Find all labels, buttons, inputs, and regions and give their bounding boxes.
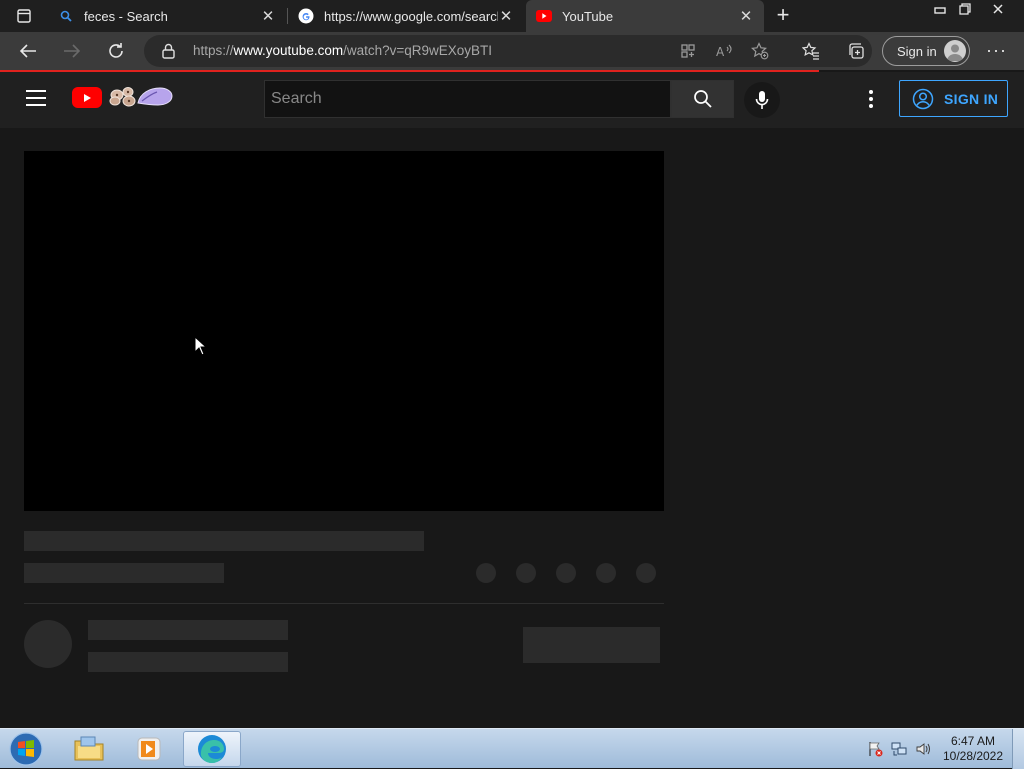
close-icon	[993, 4, 1003, 14]
favorites-icon	[802, 42, 819, 60]
youtube-header: Search SIGN IN	[0, 72, 1024, 128]
minimize-icon	[934, 7, 946, 14]
account-circle-icon	[912, 88, 934, 109]
google-icon	[298, 8, 314, 24]
show-desktop-button[interactable]	[1012, 729, 1024, 769]
system-clock[interactable]: 6:47 AM 10/28/2022	[936, 734, 1010, 764]
search-icon	[693, 90, 712, 108]
subscriber-count-placeholder	[88, 652, 288, 672]
close-tab-icon[interactable]: ✕	[498, 8, 514, 25]
read-aloud-icon[interactable]: A	[714, 42, 734, 60]
action-placeholder	[596, 563, 616, 583]
browser-tab-strip: feces - Search ✕ https://www.google.com/…	[0, 0, 1024, 32]
voice-search-button[interactable]	[744, 82, 780, 118]
youtube-logo[interactable]	[72, 87, 102, 108]
add-favorite-icon[interactable]	[750, 42, 770, 60]
video-player[interactable]	[24, 151, 664, 511]
action-placeholder	[516, 563, 536, 583]
tab-actions-icon	[17, 9, 31, 23]
youtube-icon	[536, 8, 552, 24]
close-tab-icon[interactable]: ✕	[738, 8, 754, 25]
action-center-flag-icon[interactable]	[866, 741, 884, 757]
start-button[interactable]	[6, 730, 46, 768]
collections-button[interactable]	[845, 40, 867, 62]
refresh-icon	[109, 43, 123, 58]
search-input[interactable]: Search	[264, 80, 671, 118]
watch-page-content	[0, 128, 1024, 728]
taskbar-microsoft-edge[interactable]	[183, 731, 241, 767]
forward-button[interactable]	[60, 39, 84, 63]
restore-icon	[959, 3, 971, 15]
address-bar[interactable]: https://www.youtube.com/watch?v=qR9wEXoy…	[144, 35, 872, 67]
lock-icon[interactable]	[162, 43, 175, 64]
settings-menu-icon[interactable]	[860, 88, 882, 110]
tab-youtube[interactable]: YouTube ✕	[526, 0, 764, 32]
tab-google-search[interactable]: https://www.google.com/search? ✕	[288, 0, 524, 32]
action-placeholder	[636, 563, 656, 583]
refresh-button[interactable]	[104, 39, 128, 63]
new-tab-button[interactable]: +	[772, 4, 794, 27]
action-placeholder	[476, 563, 496, 583]
windows-taskbar: 6:47 AM 10/28/2022	[0, 728, 1024, 769]
media-player-icon	[137, 737, 161, 761]
back-button[interactable]	[16, 39, 40, 63]
minimize-button[interactable]	[926, 0, 954, 18]
forward-arrow-icon	[64, 44, 81, 58]
tab-title: feces - Search	[84, 8, 168, 24]
youtube-sign-in-button[interactable]: SIGN IN	[899, 80, 1008, 117]
channel-name-placeholder	[88, 620, 288, 640]
tab-title: YouTube	[562, 8, 614, 24]
sign-in-label: SIGN IN	[944, 90, 999, 107]
youtube-doodle-logo[interactable]	[108, 82, 176, 117]
action-placeholder	[556, 563, 576, 583]
network-icon[interactable]	[890, 741, 908, 757]
app-available-icon[interactable]	[678, 42, 698, 60]
tab-bing-search[interactable]: feces - Search ✕	[48, 0, 286, 32]
browser-sign-in-button[interactable]: Sign in	[882, 36, 970, 66]
settings-more-button[interactable]: ···	[986, 40, 1007, 61]
url-text: https://www.youtube.com/watch?v=qR9wEXoy…	[193, 43, 493, 58]
clock-time: 6:47 AM	[950, 734, 996, 748]
search-button[interactable]	[671, 80, 734, 118]
divider	[24, 603, 664, 604]
search-icon	[58, 8, 74, 24]
restore-button[interactable]	[951, 0, 979, 18]
tab-actions-menu-button[interactable]	[8, 5, 40, 27]
guide-menu-icon[interactable]	[26, 90, 46, 106]
subscribe-button-placeholder	[523, 627, 660, 663]
close-tab-icon[interactable]: ✕	[260, 8, 276, 25]
taskbar-file-explorer[interactable]	[60, 731, 118, 767]
search-placeholder: Search	[271, 90, 322, 107]
view-count-placeholder	[24, 563, 224, 583]
mouse-cursor-icon	[194, 336, 206, 356]
folder-icon	[74, 736, 104, 761]
svg-text:A: A	[716, 45, 725, 59]
volume-icon[interactable]	[914, 741, 932, 757]
collections-icon	[849, 43, 864, 59]
tab-title: https://www.google.com/search?	[324, 8, 498, 24]
microphone-icon	[755, 91, 769, 109]
back-arrow-icon	[19, 44, 36, 58]
title-placeholder	[24, 531, 424, 551]
play-icon	[84, 93, 91, 102]
channel-avatar-placeholder	[24, 620, 72, 668]
browser-toolbar: https://www.youtube.com/watch?v=qR9wEXoy…	[0, 32, 1024, 70]
clock-date: 10/28/2022	[942, 749, 1004, 763]
sign-in-label: Sign in	[897, 43, 937, 59]
windows-start-icon	[9, 732, 43, 766]
edge-icon	[198, 735, 226, 763]
profile-avatar-icon	[944, 40, 966, 62]
favorites-button[interactable]	[800, 40, 822, 62]
youtube-search: Search	[264, 80, 734, 118]
close-window-button[interactable]	[978, 0, 1018, 18]
taskbar-media-player[interactable]	[120, 731, 178, 767]
